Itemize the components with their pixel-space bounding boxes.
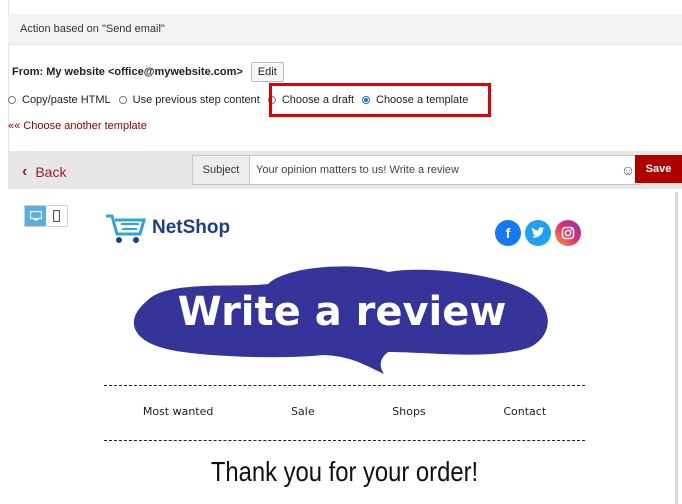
option-copy-paste-html[interactable]: Copy/paste HTML [8,94,111,106]
nav-divider-bottom [104,440,585,441]
edit-sender-button[interactable]: Edit [250,62,284,82]
action-header: Action based on "Send email" [8,14,682,45]
subject-input[interactable] [250,156,620,184]
highlight-annotation [269,83,491,117]
review-banner: Write a review [133,266,548,374]
netshop-logo: NetShop [104,210,230,246]
option-label: Copy/paste HTML [22,94,111,106]
twitter-icon[interactable] [525,220,551,246]
mobile-view-icon[interactable] [46,206,67,226]
email-toolbar: ‹ Back Subject ☺ Save [8,151,682,189]
choose-another-template-link[interactable]: «« Choose another template [8,120,147,132]
radio-icon[interactable] [118,96,127,104]
option-previous-step[interactable]: Use previous step content [118,94,260,106]
back-button[interactable]: ‹ Back [22,163,66,181]
subject-label: Subject [193,156,250,184]
banner-text: Write a review [178,289,507,335]
preview-scrollbar[interactable] [675,192,678,504]
social-links: f [491,220,581,246]
nav-contact[interactable]: Contact [503,405,546,418]
sender-row: From: My website <office@mywebsite.com> … [12,62,284,82]
email-nav: Most wanted Sale Shops Contact [104,405,585,418]
logo-text: NetShop [152,217,231,238]
facebook-icon[interactable]: f [495,220,521,246]
option-label: Use previous step content [132,94,260,106]
subject-field: Subject ☺ [192,155,641,185]
nav-divider-top [104,385,585,386]
from-label: From: My website <office@mywebsite.com> [12,66,243,78]
thank-you-heading: Thank you for your order! [210,456,479,487]
back-label: Back [35,164,67,180]
nav-sale[interactable]: Sale [291,405,315,418]
radio-icon[interactable] [8,96,16,104]
nav-most-wanted[interactable]: Most wanted [143,405,214,418]
instagram-icon[interactable] [555,220,581,246]
nav-shops[interactable]: Shops [392,405,425,418]
action-title: Action based on "Send email" [20,23,165,35]
device-toggle [24,205,68,227]
save-button[interactable]: Save [635,155,682,183]
chevron-left-icon: ‹ [22,163,28,180]
cart-icon [106,214,146,243]
desktop-view-icon[interactable] [25,206,46,226]
